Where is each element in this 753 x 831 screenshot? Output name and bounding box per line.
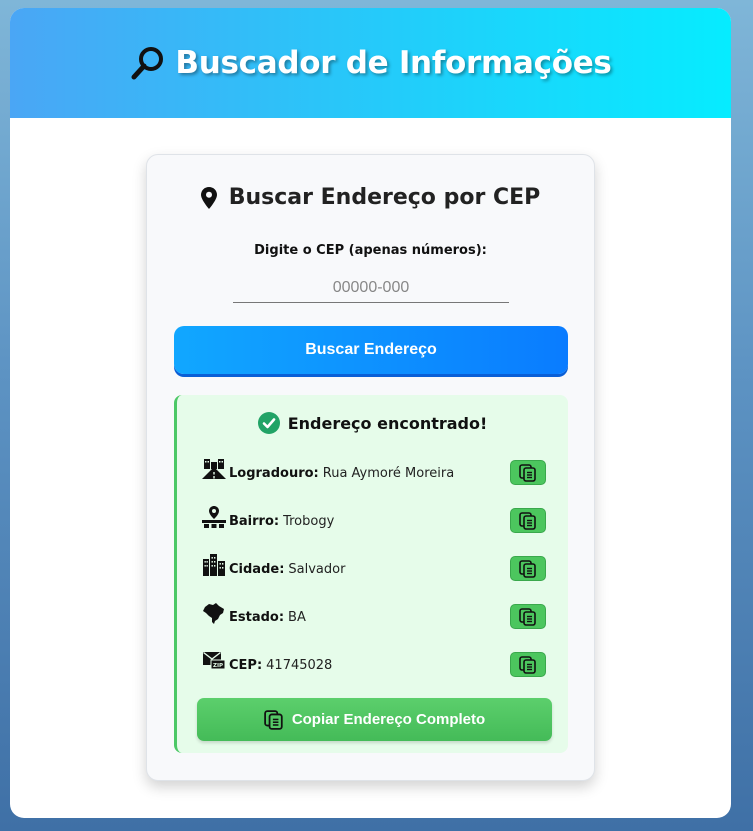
search-address-button[interactable]: Buscar Endereço [174,326,568,374]
copy-icon [264,709,283,730]
magnifier-icon [131,47,164,80]
cep-input[interactable] [233,273,509,303]
street-icon [202,459,226,479]
check-circle-icon [257,412,280,434]
result-row-cidade: Cidade: Salvador [202,554,546,582]
result-title: Endereço encontrado! [287,413,488,433]
card-title-row: Buscar Endereço por CEP [147,185,594,210]
copy-estado-button[interactable] [510,604,546,629]
estado-label: Estado: [229,609,285,625]
header-title-group: Buscador de Informações [129,44,612,82]
copy-logradouro-button[interactable] [510,460,546,485]
copy-icon [519,463,536,482]
cep-input-label: Digite o CEP (apenas números): [254,243,487,258]
cep-label: CEP: [229,657,263,673]
copy-icon [519,607,536,626]
result-row-cep: ZIP CEP: 41745028 [202,651,546,678]
copy-cidade-button[interactable] [510,556,546,581]
logradouro-value: Rua Aymoré Moreira [322,465,455,481]
copy-full-address-button[interactable]: Copiar Endereço Completo [197,698,552,741]
logradouro-label: Logradouro: [229,465,319,481]
card-title: Buscar Endereço por CEP [228,185,541,210]
copy-icon [519,655,536,674]
result-row-estado: Estado: BA [202,603,546,630]
cep-value: 41745028 [266,657,333,673]
bairro-value: Trobogy [283,513,335,529]
cidade-label: Cidade: [229,561,285,577]
map-pin-icon [200,186,217,209]
app-window: Buscador de Informações Buscar Endereço … [10,8,731,818]
neighborhood-icon [202,506,226,528]
estado-value: BA [288,609,306,625]
cidade-value: Salvador [288,561,346,577]
result-row-bairro: Bairro: Trobogy [202,506,546,534]
copy-icon [519,559,536,578]
page-title: Buscador de Informações [175,45,612,81]
cep-search-card: Buscar Endereço por CEP Digite o CEP (ap… [146,154,595,781]
result-row-logradouro: Logradouro: Rua Aymoré Moreira [202,459,546,486]
city-icon [203,554,225,576]
zip-envelope-icon: ZIP [203,651,226,670]
result-panel: Endereço encontrado! Logradouro: Rua Aym… [174,395,568,753]
result-title-row: Endereço encontrado! [177,412,568,434]
header: Buscador de Informações [10,8,731,118]
copy-bairro-button[interactable] [510,508,546,533]
svg-text:ZIP: ZIP [213,663,223,669]
brazil-map-icon [203,603,224,624]
copy-cep-button[interactable] [510,652,546,677]
bairro-label: Bairro: [229,513,280,529]
copy-icon [519,511,536,530]
copy-full-address-label: Copiar Endereço Completo [291,711,486,728]
